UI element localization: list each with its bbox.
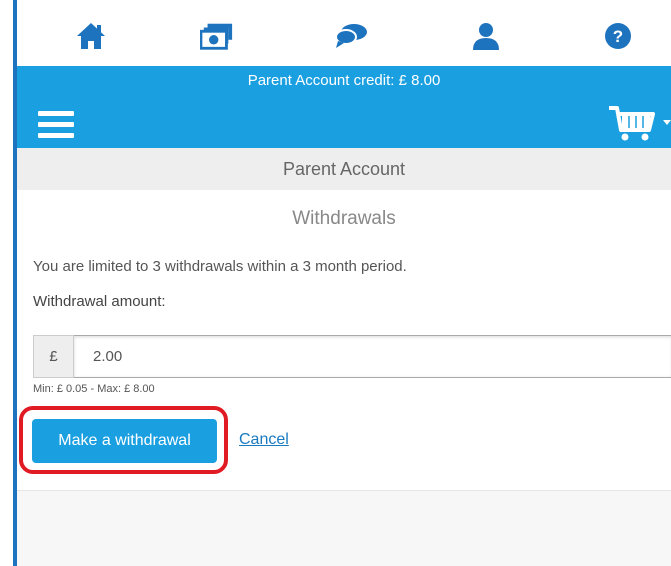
withdrawal-amount-input[interactable] [74, 335, 671, 378]
chat-icon[interactable] [334, 21, 368, 51]
currency-addon: £ [33, 335, 74, 378]
page-title: Parent Account [17, 148, 671, 190]
help-icon[interactable]: ? [601, 21, 635, 51]
withdrawal-limit-notice: You are limited to 3 withdrawals within … [33, 258, 407, 275]
cancel-link[interactable]: Cancel [239, 431, 289, 449]
menu-icon[interactable] [38, 111, 74, 139]
withdrawal-amount-label: Withdrawal amount: [33, 293, 166, 310]
user-icon[interactable] [469, 21, 503, 51]
footer-area [17, 490, 671, 566]
home-icon[interactable] [74, 21, 108, 51]
amount-range-hint: Min: £ 0.05 - Max: £ 8.00 [33, 383, 155, 395]
make-withdrawal-button[interactable]: Make a withdrawal [32, 419, 217, 463]
cart-icon[interactable] [607, 104, 671, 144]
amount-input-group: £ [33, 335, 671, 378]
svg-text:?: ? [613, 27, 623, 46]
withdrawals-heading: Withdrawals [292, 208, 396, 229]
cash-icon[interactable] [200, 21, 234, 51]
page: ? Parent Account credit: £ 8.00 Parent A… [17, 0, 671, 566]
top-icon-nav: ? [17, 0, 671, 66]
account-header: Parent Account credit: £ 8.00 [17, 66, 671, 148]
credit-text: Parent Account credit: £ 8.00 [247, 72, 441, 89]
